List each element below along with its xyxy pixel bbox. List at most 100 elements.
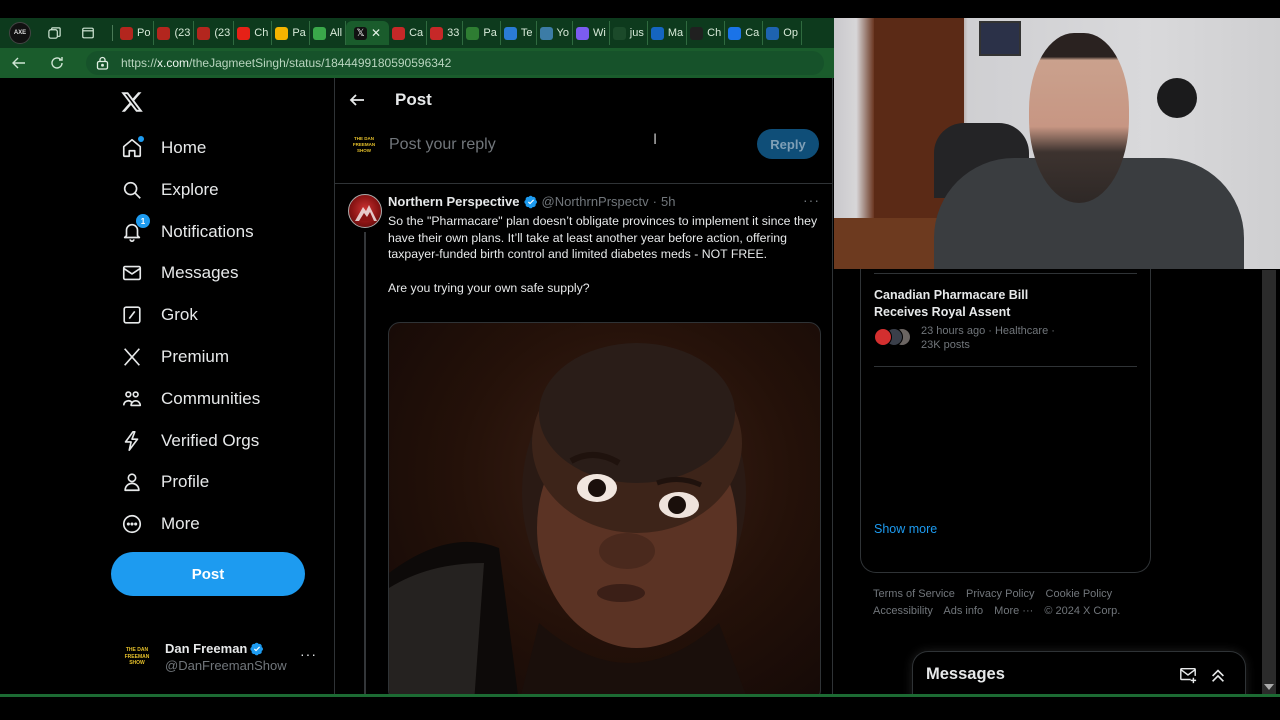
canada-flag-icon bbox=[430, 26, 444, 40]
reply-composer: THE DAN FREEMAN SHOW I Reply bbox=[335, 122, 833, 184]
youtube-icon bbox=[157, 26, 171, 40]
person-icon bbox=[120, 470, 144, 494]
trend-item[interactable]: Canadian Pharmacare Bill Receives Royal … bbox=[874, 287, 1138, 352]
page-scrollbar[interactable] bbox=[1262, 270, 1276, 695]
nav-item-label: Home bbox=[161, 138, 207, 157]
refresh-button[interactable] bbox=[38, 48, 76, 78]
messages-drawer-title: Messages bbox=[926, 665, 1005, 683]
trend-avatar-stack bbox=[874, 328, 918, 348]
nav-item-messages[interactable]: Messages bbox=[120, 255, 238, 291]
show-more-link[interactable]: Show more bbox=[874, 522, 937, 536]
tab-label: 33 bbox=[447, 27, 460, 39]
nav-item-label: Premium bbox=[161, 347, 230, 366]
webcam-background-weights bbox=[1157, 78, 1197, 118]
x-logo-icon[interactable] bbox=[120, 90, 146, 116]
tab-label: Po bbox=[137, 27, 151, 39]
post-detail-column: Post THE DAN FREEMAN SHOW I Reply Northe… bbox=[335, 78, 833, 695]
ads-info-link[interactable]: Ads info bbox=[943, 605, 983, 617]
reply-input[interactable] bbox=[389, 130, 729, 160]
notification-count-badge: 1 bbox=[136, 214, 150, 228]
tab-actions-icon[interactable] bbox=[74, 21, 102, 45]
terms-link[interactable]: Terms of Service bbox=[873, 588, 955, 600]
tab-separator bbox=[112, 25, 113, 41]
accessibility-link[interactable]: Accessibility bbox=[873, 605, 933, 617]
nav-item-more[interactable]: More bbox=[120, 506, 200, 542]
webcam-background-floor bbox=[834, 218, 944, 269]
trend-info: 23 hours ago · Healthcare · 23K posts bbox=[921, 325, 1055, 351]
post-button[interactable]: Post bbox=[111, 552, 305, 596]
page-title: Post bbox=[395, 90, 432, 109]
nav-item-profile[interactable]: Profile bbox=[120, 464, 209, 500]
browser-tab-active[interactable]: 𝕏 ✕ bbox=[346, 21, 390, 45]
workspaces-icon[interactable] bbox=[40, 21, 68, 45]
browser-tab[interactable]: Pa bbox=[272, 21, 310, 45]
browser-tab[interactable]: Te bbox=[501, 21, 537, 45]
browser-tab[interactable]: Ca bbox=[389, 21, 428, 45]
tweet-timestamp[interactable]: 5h bbox=[661, 194, 675, 209]
nav-item-notifications[interactable]: 1 Notifications bbox=[120, 214, 254, 250]
messages-drawer[interactable]: Messages bbox=[912, 651, 1246, 695]
cookie-link[interactable]: Cookie Policy bbox=[1046, 588, 1113, 600]
browser-tab[interactable]: Ca bbox=[725, 21, 764, 45]
browser-tab[interactable]: Ma bbox=[648, 21, 688, 45]
mountain-logo-icon bbox=[355, 205, 377, 221]
nav-item-home[interactable]: Home bbox=[120, 130, 206, 166]
new-message-icon[interactable] bbox=[1179, 666, 1199, 686]
trend-avatar bbox=[874, 328, 892, 346]
nav-item-label: Notifications bbox=[161, 222, 254, 241]
reply-button[interactable]: Reply bbox=[757, 129, 819, 159]
account-more-icon[interactable]: ··· bbox=[300, 646, 317, 662]
close-tab-icon[interactable]: ✕ bbox=[371, 26, 381, 40]
lock-icon bbox=[96, 56, 109, 70]
account-avatar: THE DAN FREEMAN SHOW bbox=[120, 640, 154, 674]
tweet[interactable]: Northern Perspective @NorthrnPrspectv · … bbox=[335, 184, 833, 695]
tweet-more-icon[interactable]: ··· bbox=[803, 192, 820, 208]
privacy-link[interactable]: Privacy Policy bbox=[966, 588, 1034, 600]
search-icon bbox=[120, 178, 144, 202]
browser-tab[interactable]: Yo bbox=[537, 21, 573, 45]
back-button[interactable] bbox=[0, 48, 38, 78]
composer-avatar: THE DAN FREEMAN SHOW bbox=[352, 136, 376, 153]
tweet-separator: · bbox=[652, 194, 657, 209]
nav-item-grok[interactable]: Grok bbox=[120, 297, 198, 333]
tab-label: Ca bbox=[745, 27, 760, 39]
verified-badge-icon bbox=[250, 642, 264, 655]
browser-tab[interactable]: Wi bbox=[573, 21, 610, 45]
nav-item-premium[interactable]: Premium bbox=[120, 339, 229, 375]
browser-tab[interactable]: All bbox=[310, 21, 347, 45]
browser-tab[interactable]: Pa bbox=[463, 21, 501, 45]
back-arrow-icon[interactable] bbox=[349, 91, 367, 109]
video-icon bbox=[539, 26, 553, 40]
nav-item-verified-orgs[interactable]: Verified Orgs bbox=[120, 423, 259, 459]
video-letterbox-top bbox=[0, 0, 1280, 18]
webcam-overlay bbox=[834, 18, 1280, 269]
tweet-author-handle[interactable]: @NorthrnPrspectv bbox=[542, 194, 649, 209]
browser-tab[interactable]: 33 bbox=[427, 21, 464, 45]
nav-item-explore[interactable]: Explore bbox=[120, 172, 219, 208]
browser-tab[interactable]: jus bbox=[610, 21, 648, 45]
browser-tab[interactable]: Op bbox=[763, 21, 802, 45]
tweet-text: So the "Pharmacare" plan doesn’t obligat… bbox=[388, 214, 818, 295]
browser-tab[interactable]: Po bbox=[117, 21, 155, 45]
account-switcher[interactable]: THE DAN FREEMAN SHOW Dan Freeman @DanFre… bbox=[120, 634, 325, 680]
tweet-media-gif[interactable] bbox=[388, 322, 821, 695]
nav-item-label: Explore bbox=[161, 180, 219, 199]
copyright-text: © 2024 X Corp. bbox=[1044, 605, 1121, 617]
heart-chat-icon bbox=[575, 26, 589, 40]
tweet-author-name[interactable]: Northern Perspective bbox=[388, 194, 520, 209]
nav-item-communities[interactable]: Communities bbox=[120, 381, 260, 417]
profile-button[interactable]: AXE bbox=[6, 21, 34, 45]
webcam-background-picture bbox=[979, 21, 1021, 56]
address-bar[interactable]: https://x.com/theJagmeetSingh/status/184… bbox=[86, 51, 824, 75]
tab-label: Pa bbox=[483, 27, 497, 39]
footer-more-link[interactable]: More ··· bbox=[994, 605, 1033, 617]
envelope-icon bbox=[120, 261, 144, 285]
scroll-down-arrow-icon[interactable] bbox=[1264, 684, 1274, 690]
collapse-chevrons-icon[interactable] bbox=[1209, 666, 1229, 686]
browser-tab[interactable]: (23 bbox=[194, 21, 235, 45]
browser-tab[interactable]: (23 bbox=[154, 21, 195, 45]
browser-tab[interactable]: Ch bbox=[234, 21, 273, 45]
browser-tab[interactable]: Ch bbox=[687, 21, 726, 45]
tweet-author-avatar[interactable] bbox=[348, 194, 382, 228]
youtube-icon bbox=[237, 26, 251, 40]
